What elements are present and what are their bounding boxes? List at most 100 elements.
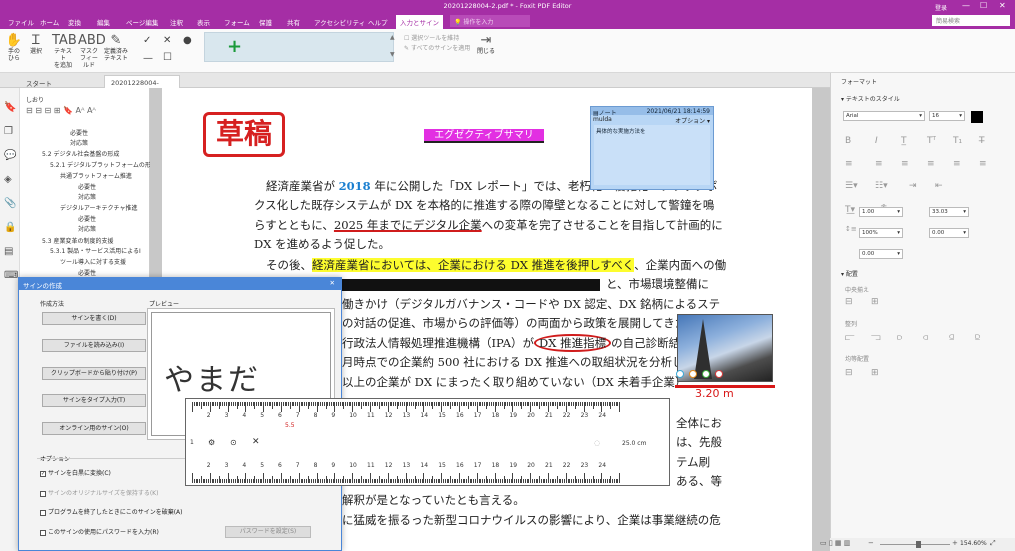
line-spacing-field[interactable]: 1.00 ▾ [859,207,903,217]
ruler-target-icon[interactable]: ⊙ [230,438,237,447]
page-view-icons[interactable]: ▭ ▯ ▦ ▥ [820,539,850,547]
ruler-settings-icon[interactable]: ⚙ [208,438,215,447]
bw-checkbox[interactable]: ✓ サインを白黒に変換(C) [40,468,111,477]
handle-blue[interactable] [676,370,684,378]
bookmark-item[interactable]: 必要性 [78,268,96,277]
tab-start[interactable]: スタート [20,75,58,88]
menu-page-edit[interactable]: ページ編集 [126,17,158,27]
quick-search-input[interactable]: 簡易検索 [932,15,1010,26]
bookmark-item[interactable]: 共通プラットフォーム推進 [60,171,132,180]
baseline-offset-field[interactable]: 0.00 ▾ [929,228,969,238]
menu-protect[interactable]: 保護 [259,17,272,27]
distribute-h-icon[interactable]: ⊟ [845,368,853,378]
square-icon[interactable]: ☐ [163,52,172,63]
menu-form[interactable]: フォーム [224,17,250,27]
handle-red[interactable] [715,370,723,378]
line-icon[interactable]: — [143,53,153,64]
char-width-field[interactable]: 33.03 ▾ [929,207,969,217]
ruler-tool[interactable]: 1 ⚙ ⊙ ✕ 5.5 ◌ 25.0 cm 2 2 3 3 4 4 5 5 6 6 7 7 8 8 9 9 10… [185,398,670,486]
set-password-button[interactable]: パスワードを設定(S) [225,526,311,538]
check-mark-icon[interactable]: ✓ [143,35,151,46]
online-signature-button[interactable]: オンライン用のサイン(O) [42,422,146,435]
apply-all-button[interactable]: ✎ すべてのサインを適用 [404,43,470,52]
center-v-icon[interactable]: ⊞ [871,297,879,307]
select-tool-button[interactable]: Ꮖ 選択 [26,33,46,55]
distribute-v-icon[interactable]: ⊞ [871,368,879,378]
char-spacing-icon[interactable]: T͟▾ [845,205,855,215]
predefined-text-button[interactable]: ✎ 定義済み テキスト [104,33,128,62]
bookmark-toolbar-icons[interactable]: ⊟ ⊟ ⊟ ⊞ 🔖 Aᴬ Aᴬ [26,106,96,115]
redaction-bar[interactable] [342,279,600,291]
note-popup[interactable]: ▤ノート 2021/06/21 18:14:59 mulda オプション ▾ 具体的… [590,106,714,190]
indent-icon[interactable]: ⇥ [909,181,917,191]
bookmark-item[interactable]: ツール導入に対する支援 [60,257,126,266]
font-size-select[interactable]: 16 ▾ [929,111,965,121]
bookmark-item[interactable]: 必要性 [70,128,88,137]
text-color-swatch[interactable] [971,111,983,123]
italic-icon[interactable]: I [875,136,878,146]
keep-tool-checkbox[interactable]: ☐ 選択ツールを維持 [404,33,459,42]
cross-mark-icon[interactable]: ✕ [163,35,171,46]
circle-annotation[interactable]: DX 推進指標 [534,334,612,352]
bookmark-item[interactable]: デジタルアーキテクチャ推進 [60,203,137,212]
menu-convert[interactable]: 変換 [68,17,81,27]
align-top-obj-icon[interactable]: ⫏ [923,333,928,343]
bookmark-panel-icon[interactable]: 🔖 [4,102,16,113]
import-file-button[interactable]: ファイルを読み込み(I) [42,339,146,352]
handle-green[interactable] [702,370,710,378]
close-icon[interactable]: ✕ [999,1,1006,10]
justify-all-icon[interactable]: ≡ [953,159,961,169]
bookmark-item[interactable]: 5.2.1 デジタルプラットフォームの形 [50,160,151,169]
content-panel-icon[interactable]: ▤ [4,246,13,257]
hand-tool-button[interactable]: ✋ 手の ひら [4,33,24,62]
fields-panel-icon[interactable]: ⌨ [4,270,18,281]
note-options-button[interactable]: オプション ▾ [675,116,710,125]
tab-document[interactable]: 20201228004-2.pdf * ✕ [104,75,180,95]
maximize-icon[interactable]: ☐ [980,1,987,10]
distribute-icon[interactable]: ≡ [979,159,987,169]
justify-icon[interactable]: ≡ [927,159,935,169]
bookmark-item[interactable]: 5.3 産業変革の制度的支援 [42,236,113,245]
bold-icon[interactable]: B [845,136,851,146]
align-center-obj-icon[interactable]: ⫎ [871,333,881,343]
draft-stamp[interactable]: 草稿 [203,112,285,157]
underline-icon[interactable]: T̲ [901,136,907,146]
menu-annotate[interactable]: 注釈 [170,17,183,27]
signature-gallery[interactable]: + [204,32,394,62]
ruler-close-icon[interactable]: ✕ [252,437,260,447]
add-signature-icon[interactable]: + [227,36,242,57]
close-fill-sign-button[interactable]: ⇥ 閉じる [476,33,496,55]
gallery-more-icon[interactable]: ▼ [390,51,395,58]
mask-field-button[interactable]: ABD マスク フィールド [78,33,106,69]
align-middle-obj-icon[interactable]: ⫑ [949,333,954,343]
user-login[interactable]: 登录 [935,3,947,12]
font-select[interactable]: Arial ▾ [843,111,925,121]
handle-orange[interactable] [689,370,697,378]
bookmark-item[interactable]: 必要性 [78,214,96,223]
align-right-obj-icon[interactable]: ⫐ [897,333,902,343]
note-body[interactable]: 具体的な実施方法を [594,125,710,185]
zoom-in-icon[interactable]: + [952,539,958,547]
keep-original-size-checkbox[interactable]: サインのオリジナルサイズを保持する(K) [40,488,158,497]
bookmark-item[interactable]: 対応策 [78,192,96,201]
comments-panel-icon[interactable]: 💬 [4,150,16,161]
align-center-icon[interactable]: ≡ [875,159,883,169]
discard-on-exit-checkbox[interactable]: プログラムを終了したときにこのサインを破棄(A) [40,507,183,516]
tell-me-input[interactable]: 💡 操作を入力 [450,15,530,27]
security-panel-icon[interactable]: 🔒 [4,222,16,233]
zoom-slider-thumb[interactable] [916,541,921,548]
attachments-panel-icon[interactable]: 📎 [4,198,16,209]
align-bottom-obj-icon[interactable]: ⫒ [975,333,980,343]
type-signature-button[interactable]: サインをタイプ入力(T) [42,394,146,407]
add-text-button[interactable]: TAB テキスト を追加 [52,33,77,69]
bookmark-item[interactable]: 対応策 [78,224,96,233]
zoom-out-icon[interactable]: − [868,539,874,547]
word-spacing-field[interactable]: 0.00 ▾ [859,249,903,259]
layers-panel-icon[interactable]: ◈ [4,174,12,185]
menu-help[interactable]: ヘルプ [368,17,388,27]
outdent-icon[interactable]: ⇤ [935,181,943,191]
dialog-close-icon[interactable]: ✕ [330,279,335,287]
gallery-scroll-up-icon[interactable]: ▲ [390,34,395,41]
password-checkbox[interactable]: このサインの使用にパスワードを入力(R) [40,527,159,536]
align-left-icon[interactable]: ≡ [845,159,853,169]
